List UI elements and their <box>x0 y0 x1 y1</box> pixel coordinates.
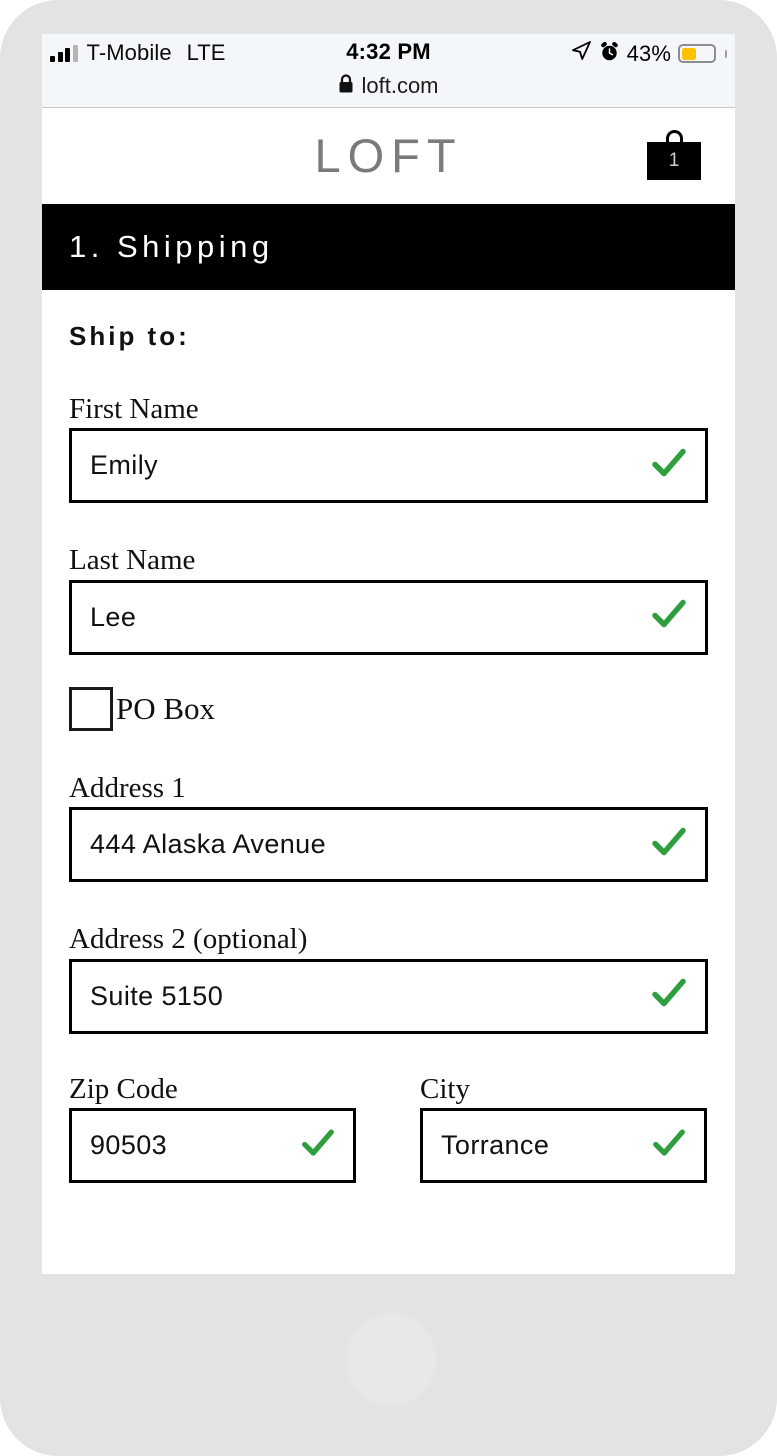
battery-percent-label: 43% <box>626 40 671 66</box>
address-2-label: Address 2 (optional) <box>69 923 308 956</box>
shipping-form: Ship to: First Name Emily Last Name Lee … <box>42 321 735 1184</box>
address-1-valid-checkmark-icon <box>649 822 689 867</box>
address-1-label: Address 1 <box>69 771 186 804</box>
status-bar: T-Mobile LTE 4:32 PM 43% <box>42 34 735 72</box>
address-1-input[interactable]: 444 Alaska Avenue <box>69 807 708 883</box>
field-first-name: First Name Emily <box>69 393 708 504</box>
address-2-input[interactable]: Suite 5150 <box>69 958 708 1034</box>
site-header: LOFT 1 <box>42 108 735 204</box>
browser-chrome: T-Mobile LTE 4:32 PM 43% loft.com <box>42 34 735 108</box>
city-input[interactable]: Torrance <box>420 1108 707 1184</box>
location-arrow-icon <box>570 40 592 67</box>
loft-logo[interactable]: LOFT <box>42 108 735 204</box>
field-address-2: Address 2 (optional) Suite 5150 <box>69 923 708 1034</box>
po-box-checkbox[interactable] <box>69 686 113 731</box>
zip-code-value: 90503 <box>90 1130 168 1161</box>
first-name-label: First Name <box>69 393 199 425</box>
status-bar-right: 43% <box>570 40 727 67</box>
zip-code-input[interactable]: 90503 <box>69 1108 356 1184</box>
last-name-valid-checkmark-icon <box>649 595 689 640</box>
battery-icon <box>678 44 716 63</box>
zip-city-row: Zip Code 90503 City Torrance <box>69 1072 708 1184</box>
address-2-valid-checkmark-icon <box>649 974 689 1019</box>
po-box-label: PO Box <box>116 690 216 726</box>
battery-fill <box>681 47 697 60</box>
cart-item-count: 1 <box>668 150 680 171</box>
first-name-value: Emily <box>90 450 158 481</box>
field-city: City Torrance <box>420 1072 707 1184</box>
alarm-clock-icon <box>599 41 620 67</box>
lock-icon <box>338 73 354 99</box>
address-1-value: 444 Alaska Avenue <box>90 829 326 860</box>
url-bar[interactable]: loft.com <box>42 71 735 101</box>
city-label: City <box>420 1072 470 1105</box>
field-address-1: Address 1 444 Alaska Avenue <box>69 771 708 883</box>
battery-cap <box>724 49 727 58</box>
phone-screen: T-Mobile LTE 4:32 PM 43% loft.com LOFT 1… <box>42 34 735 1274</box>
address-2-value: Suite 5150 <box>90 980 224 1011</box>
url-text: loft.com <box>361 73 439 98</box>
home-button[interactable] <box>346 1313 436 1406</box>
first-name-input[interactable]: Emily <box>69 428 708 504</box>
shopping-bag-icon[interactable]: 1 <box>647 130 701 180</box>
ship-to-heading: Ship to: <box>69 321 190 351</box>
last-name-label: Last Name <box>69 544 196 577</box>
last-name-input[interactable]: Lee <box>69 579 708 655</box>
last-name-value: Lee <box>90 601 137 632</box>
po-box-row[interactable]: PO Box <box>69 686 708 731</box>
city-value: Torrance <box>441 1130 550 1161</box>
field-last-name: Last Name Lee <box>69 544 708 655</box>
field-zip-code: Zip Code 90503 <box>69 1072 356 1184</box>
phone-frame: T-Mobile LTE 4:32 PM 43% loft.com LOFT 1… <box>0 0 777 1456</box>
city-valid-checkmark-icon <box>650 1124 688 1167</box>
zip-code-valid-checkmark-icon <box>299 1124 337 1167</box>
checkout-step-banner: 1. Shipping <box>42 204 735 290</box>
first-name-valid-checkmark-icon <box>649 443 689 488</box>
zip-code-label: Zip Code <box>69 1072 178 1105</box>
step-title: 1. Shipping <box>69 229 274 264</box>
